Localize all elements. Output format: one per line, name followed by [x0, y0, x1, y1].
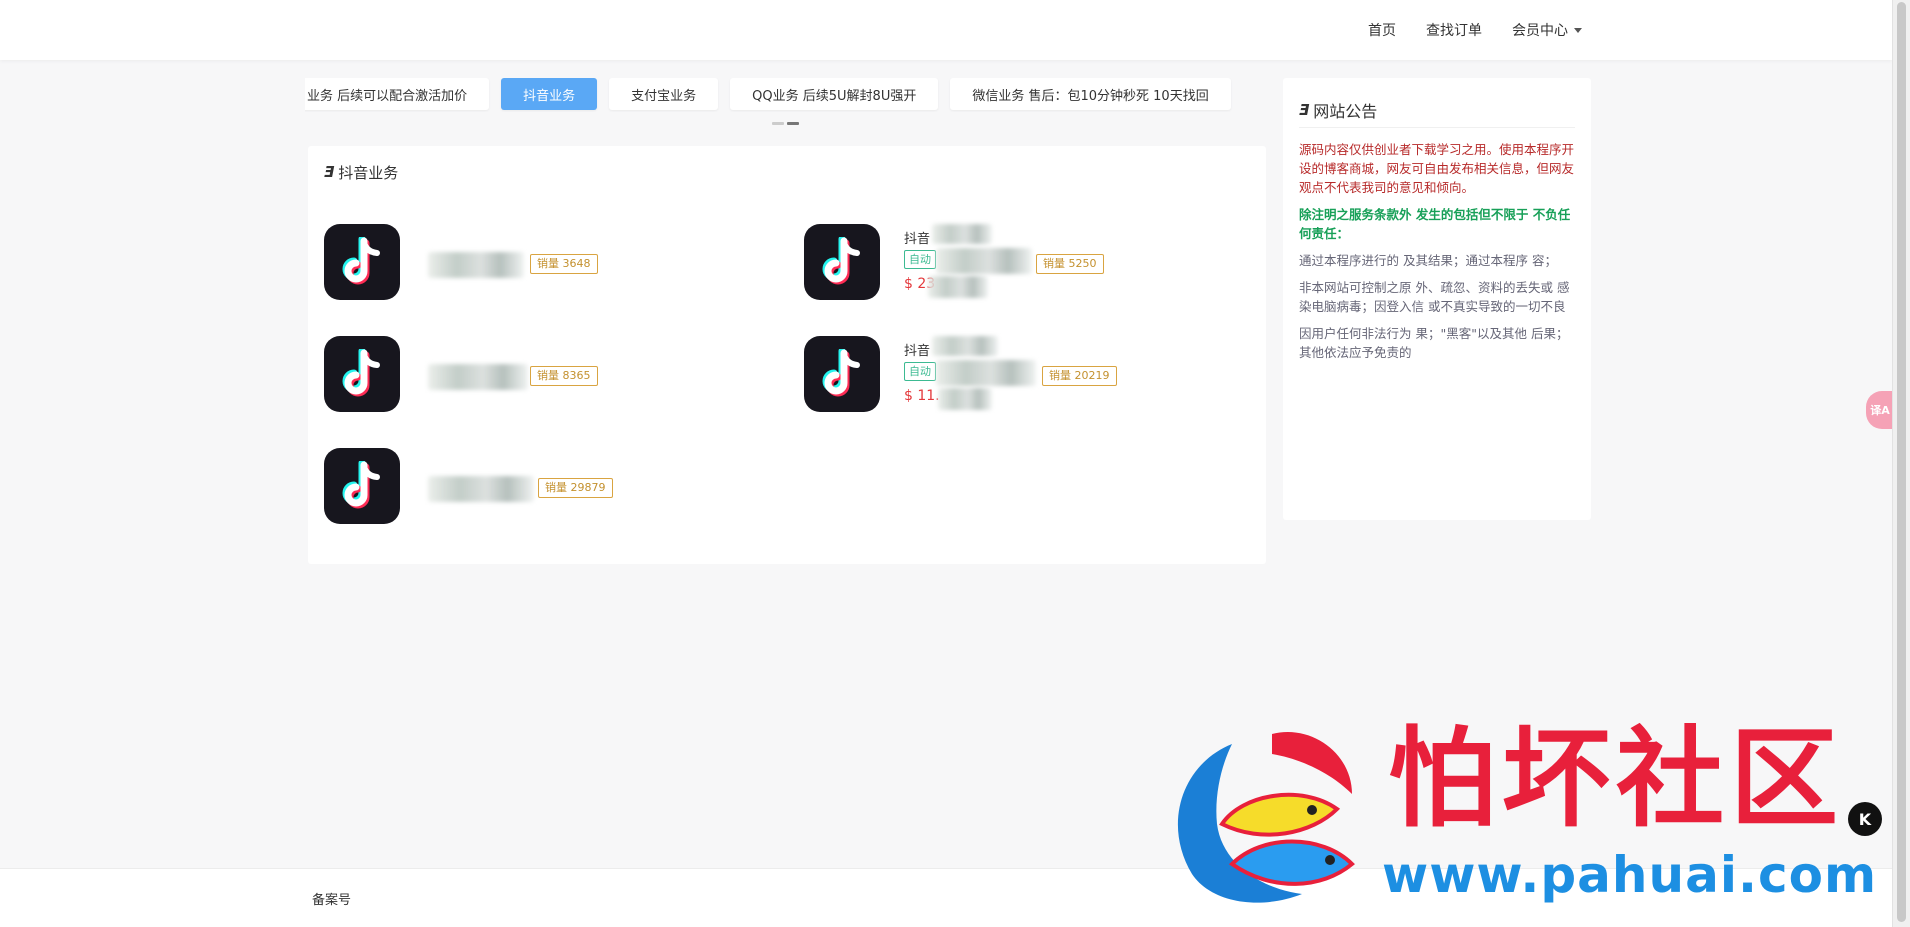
blurred-product-info	[428, 252, 524, 278]
announcement-title-text: 网站公告	[1313, 101, 1378, 121]
notice-paragraph: 除注明之服务条款外 发生的包括但不限于 不负任何责任：	[1299, 207, 1571, 241]
watermark-badge: K	[1848, 802, 1882, 836]
product-price: $ 11.	[904, 388, 940, 404]
nav-member-center-label: 会员中心	[1512, 23, 1568, 39]
watermark: 怕坏社区 www.pahuai.com K	[1162, 714, 1892, 914]
tab-douyin[interactable]: 抖音业务	[501, 78, 598, 110]
blurred-product-info	[938, 388, 992, 410]
announcement-body: 源码内容仅供创业者下载学习之用。使用本程序开设的博客商城，网友可自由发布相关信息…	[1299, 140, 1575, 370]
notice-paragraph: 非本网站可控制之原 外、疏忽、资料的丢失或 感染电脑病毒；因登入信 或不真实导致…	[1299, 280, 1570, 314]
sales-badge: 销量 29879	[538, 478, 613, 498]
product-card[interactable]: 销量 8365	[316, 326, 778, 418]
fish-logo-icon	[1177, 732, 1355, 903]
product-name: 抖音	[904, 344, 931, 359]
section-mark-icon: Ǝ	[1299, 100, 1310, 119]
sales-badge: 销量 3648	[530, 254, 598, 274]
tab-qq[interactable]: QQ业务 后续5U解封8U强开	[730, 78, 939, 110]
notice-paragraph: 因用户任何非法行为 果；"黑客"以及其他 后果；其他依法应予免责的	[1299, 326, 1569, 360]
tiktok-icon	[804, 336, 880, 412]
tiktok-icon	[324, 224, 400, 300]
notice-paragraph: 通过本程序进行的 及其结果；通过本程序 容；	[1299, 253, 1557, 268]
nav-find-order-link[interactable]: 查找订单	[1426, 20, 1482, 40]
tiktok-icon	[324, 336, 400, 412]
carousel-dot[interactable]	[772, 122, 784, 125]
watermark-url: www.pahuai.com	[1382, 846, 1878, 904]
notice-paragraph: 源码内容仅供创业者下载学习之用。使用本程序开设的博客商城，网友可自由发布相关信息…	[1299, 142, 1575, 195]
tiktok-icon	[804, 224, 880, 300]
nav-member-center-dropdown[interactable]: 会员中心	[1512, 20, 1582, 40]
product-card[interactable]: 销量 29879	[316, 438, 778, 530]
announcement-panel: Ǝ 网站公告 源码内容仅供创业者下载学习之用。使用本程序开设的博客商城，网友可自…	[1283, 78, 1591, 520]
product-card[interactable]: 抖音 自动 $ 23 销量 5250	[796, 214, 1258, 306]
product-card[interactable]: 抖音 自动 $ 11. 销量 20219	[796, 326, 1258, 418]
blurred-product-info	[932, 336, 998, 356]
auto-delivery-tag: 自动	[904, 362, 936, 381]
sales-badge: 销量 20219	[1042, 366, 1117, 386]
carousel-dot-active[interactable]	[787, 122, 799, 125]
tab-wechat[interactable]: 微信业务 售后：包10分钟秒死 10天找回	[950, 78, 1231, 110]
translate-button[interactable]: 译A	[1866, 391, 1894, 429]
product-card[interactable]: 销量 3648	[316, 214, 778, 306]
chevron-down-icon	[1574, 27, 1582, 33]
blurred-product-info	[932, 224, 992, 244]
section-mark-icon: Ǝ	[324, 163, 335, 181]
product-panel: Ǝ 抖音业务 销量 3648 抖音 自动 $ 23 销量 5250 销量 836…	[308, 146, 1266, 564]
panel-title-text: 抖音业务	[338, 163, 399, 182]
panel-title: Ǝ 抖音业务	[324, 160, 398, 184]
sales-badge: 销量 8365	[530, 366, 598, 386]
sales-badge: 销量 5250	[1036, 254, 1104, 274]
tab-activation[interactable]: 业务 后续可以配合激活加价	[305, 78, 490, 110]
vertical-scrollbar[interactable]	[1892, 0, 1910, 927]
announcement-title: Ǝ 网站公告	[1299, 92, 1575, 128]
tab-alipay[interactable]: 支付宝业务	[609, 78, 719, 110]
auto-delivery-tag: 自动	[904, 250, 936, 269]
translate-icon: 译A	[1870, 404, 1890, 417]
carousel-indicator	[772, 122, 799, 125]
tiktok-icon	[324, 448, 400, 524]
icp-record-link[interactable]: 备案号	[312, 889, 351, 908]
blurred-product-info	[428, 476, 534, 502]
blurred-product-info	[936, 360, 1036, 386]
blurred-product-info	[928, 276, 988, 298]
product-name: 抖音	[904, 232, 931, 247]
blurred-product-info	[936, 248, 1032, 274]
watermark-title: 怕坏社区	[1388, 717, 1845, 842]
blurred-product-info	[428, 364, 528, 390]
scrollbar-thumb[interactable]	[1897, 2, 1906, 922]
nav-home-link[interactable]: 首页	[1368, 20, 1396, 40]
nav-links: 首页 查找订单 会员中心	[1368, 0, 1582, 60]
top-navbar: 首页 查找订单 会员中心	[0, 0, 1892, 60]
category-tabs-carousel: 业务 后续可以配合激活加价 抖音业务 支付宝业务 QQ业务 后续5U解封8U强开…	[305, 78, 1265, 112]
